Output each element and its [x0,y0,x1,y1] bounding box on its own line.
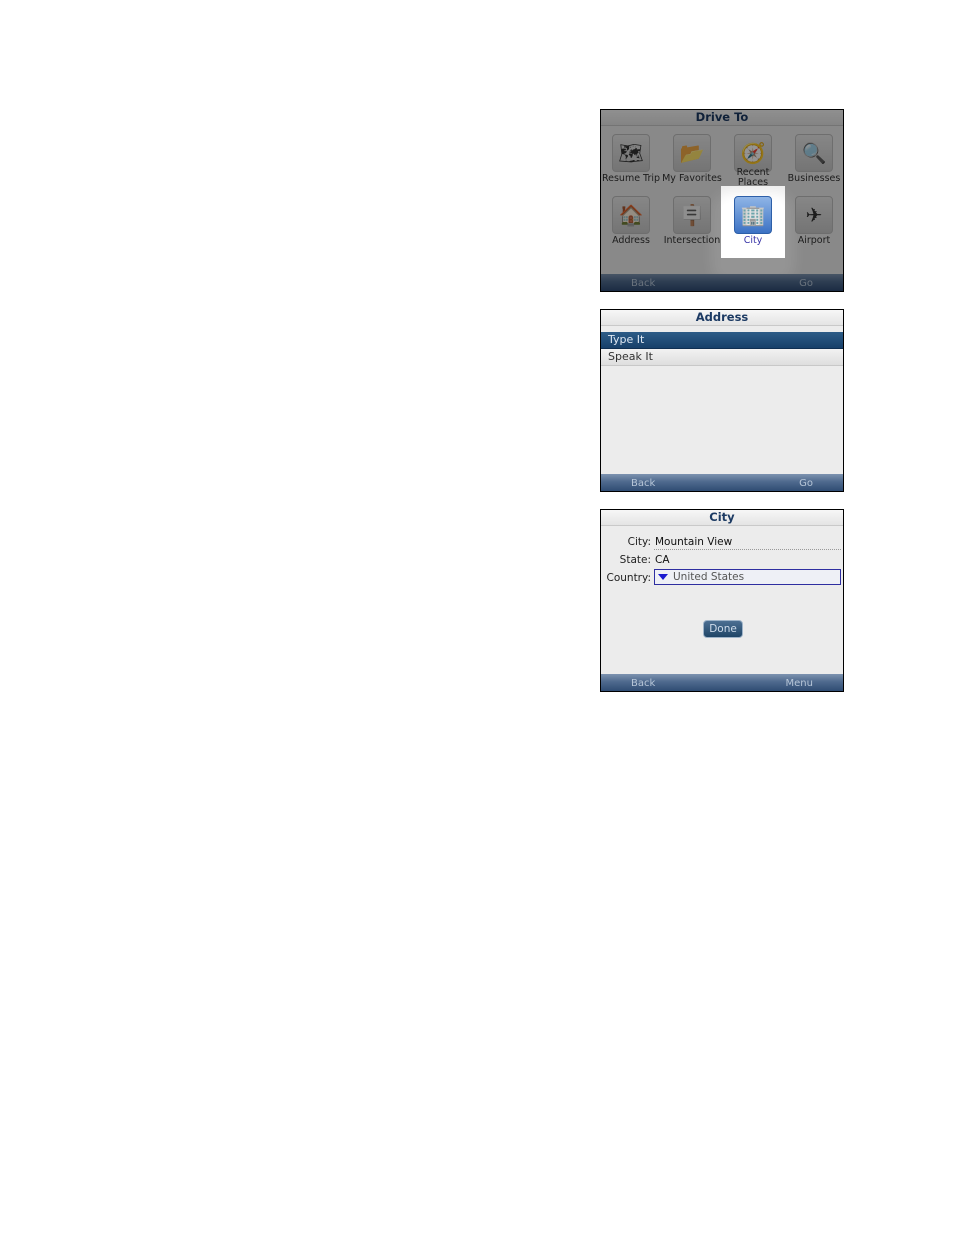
address-title: Address [601,310,843,326]
tile-label: My Favorites [662,173,722,184]
tile-intersection[interactable]: 🪧 Intersection [662,196,722,246]
back-softkey[interactable]: Back [631,274,655,291]
tile-city[interactable]: 🏢 City [723,196,783,246]
country-value: United States [673,571,745,583]
folder-heart-icon: 📂 [673,134,711,172]
city-label: City: [627,536,651,548]
tile-label: Airport [797,235,831,246]
tile-label: City [743,235,763,246]
tile-airport[interactable]: ✈ Airport [784,196,843,246]
tile-label: Intersection [663,235,721,246]
go-softkey[interactable]: Go [799,274,813,291]
city-screen: City City: Mountain View State: CA Count… [600,509,844,692]
tile-resume-trip[interactable]: 🗺 Resume Trip [601,134,661,184]
city-field-row: City: Mountain View [601,532,843,550]
list-item-type-it[interactable]: Type It [601,332,843,349]
softkey-bar: Back Menu [601,674,843,691]
country-dropdown[interactable]: United States [654,569,841,585]
city-input[interactable]: Mountain View [654,535,841,550]
country-label: Country: [606,572,652,584]
state-field-row: State: CA [601,550,843,568]
map-arrow-icon: 🗺 [612,134,650,172]
tile-businesses[interactable]: 🔍 Businesses [784,134,843,184]
state-label: State: [619,554,651,566]
address-screen: Address Type It Speak It Back Go [600,309,844,492]
drive-to-screen: Drive To 🗺 Resume Trip 📂 My Favorites 🧭 … [600,109,844,292]
magnifier-map-icon: 🔍 [795,134,833,172]
tile-label: Address [612,235,650,246]
state-input[interactable]: CA [654,553,841,567]
tile-address[interactable]: 🏠 Address [601,196,661,246]
back-softkey[interactable]: Back [631,674,655,691]
back-softkey[interactable]: Back [631,474,655,491]
tile-recent-places[interactable]: 🧭 Recent Places [723,134,783,188]
country-field-row: Country: United States [601,568,843,586]
list-item-speak-it[interactable]: Speak It [601,349,843,366]
done-button[interactable]: Done [703,620,743,638]
airplane-icon: ✈ [795,196,833,234]
tile-label: Resume Trip [601,173,661,184]
house-icon: 🏠 [612,196,650,234]
dropdown-arrow-icon [658,574,668,580]
softkey-bar: Back Go [601,274,843,291]
tile-label: Businesses [787,173,841,184]
city-building-icon: 🏢 [734,196,772,234]
signpost-icon: 🪧 [673,196,711,234]
city-title: City [601,510,843,526]
go-softkey[interactable]: Go [799,474,813,491]
drive-to-title: Drive To [601,110,843,126]
tile-label: Recent Places [736,167,770,188]
tile-my-favorites[interactable]: 📂 My Favorites [662,134,722,184]
softkey-bar: Back Go [601,474,843,491]
drive-to-grid: 🗺 Resume Trip 📂 My Favorites 🧭 Recent Pl… [601,126,843,276]
menu-softkey[interactable]: Menu [786,674,813,691]
